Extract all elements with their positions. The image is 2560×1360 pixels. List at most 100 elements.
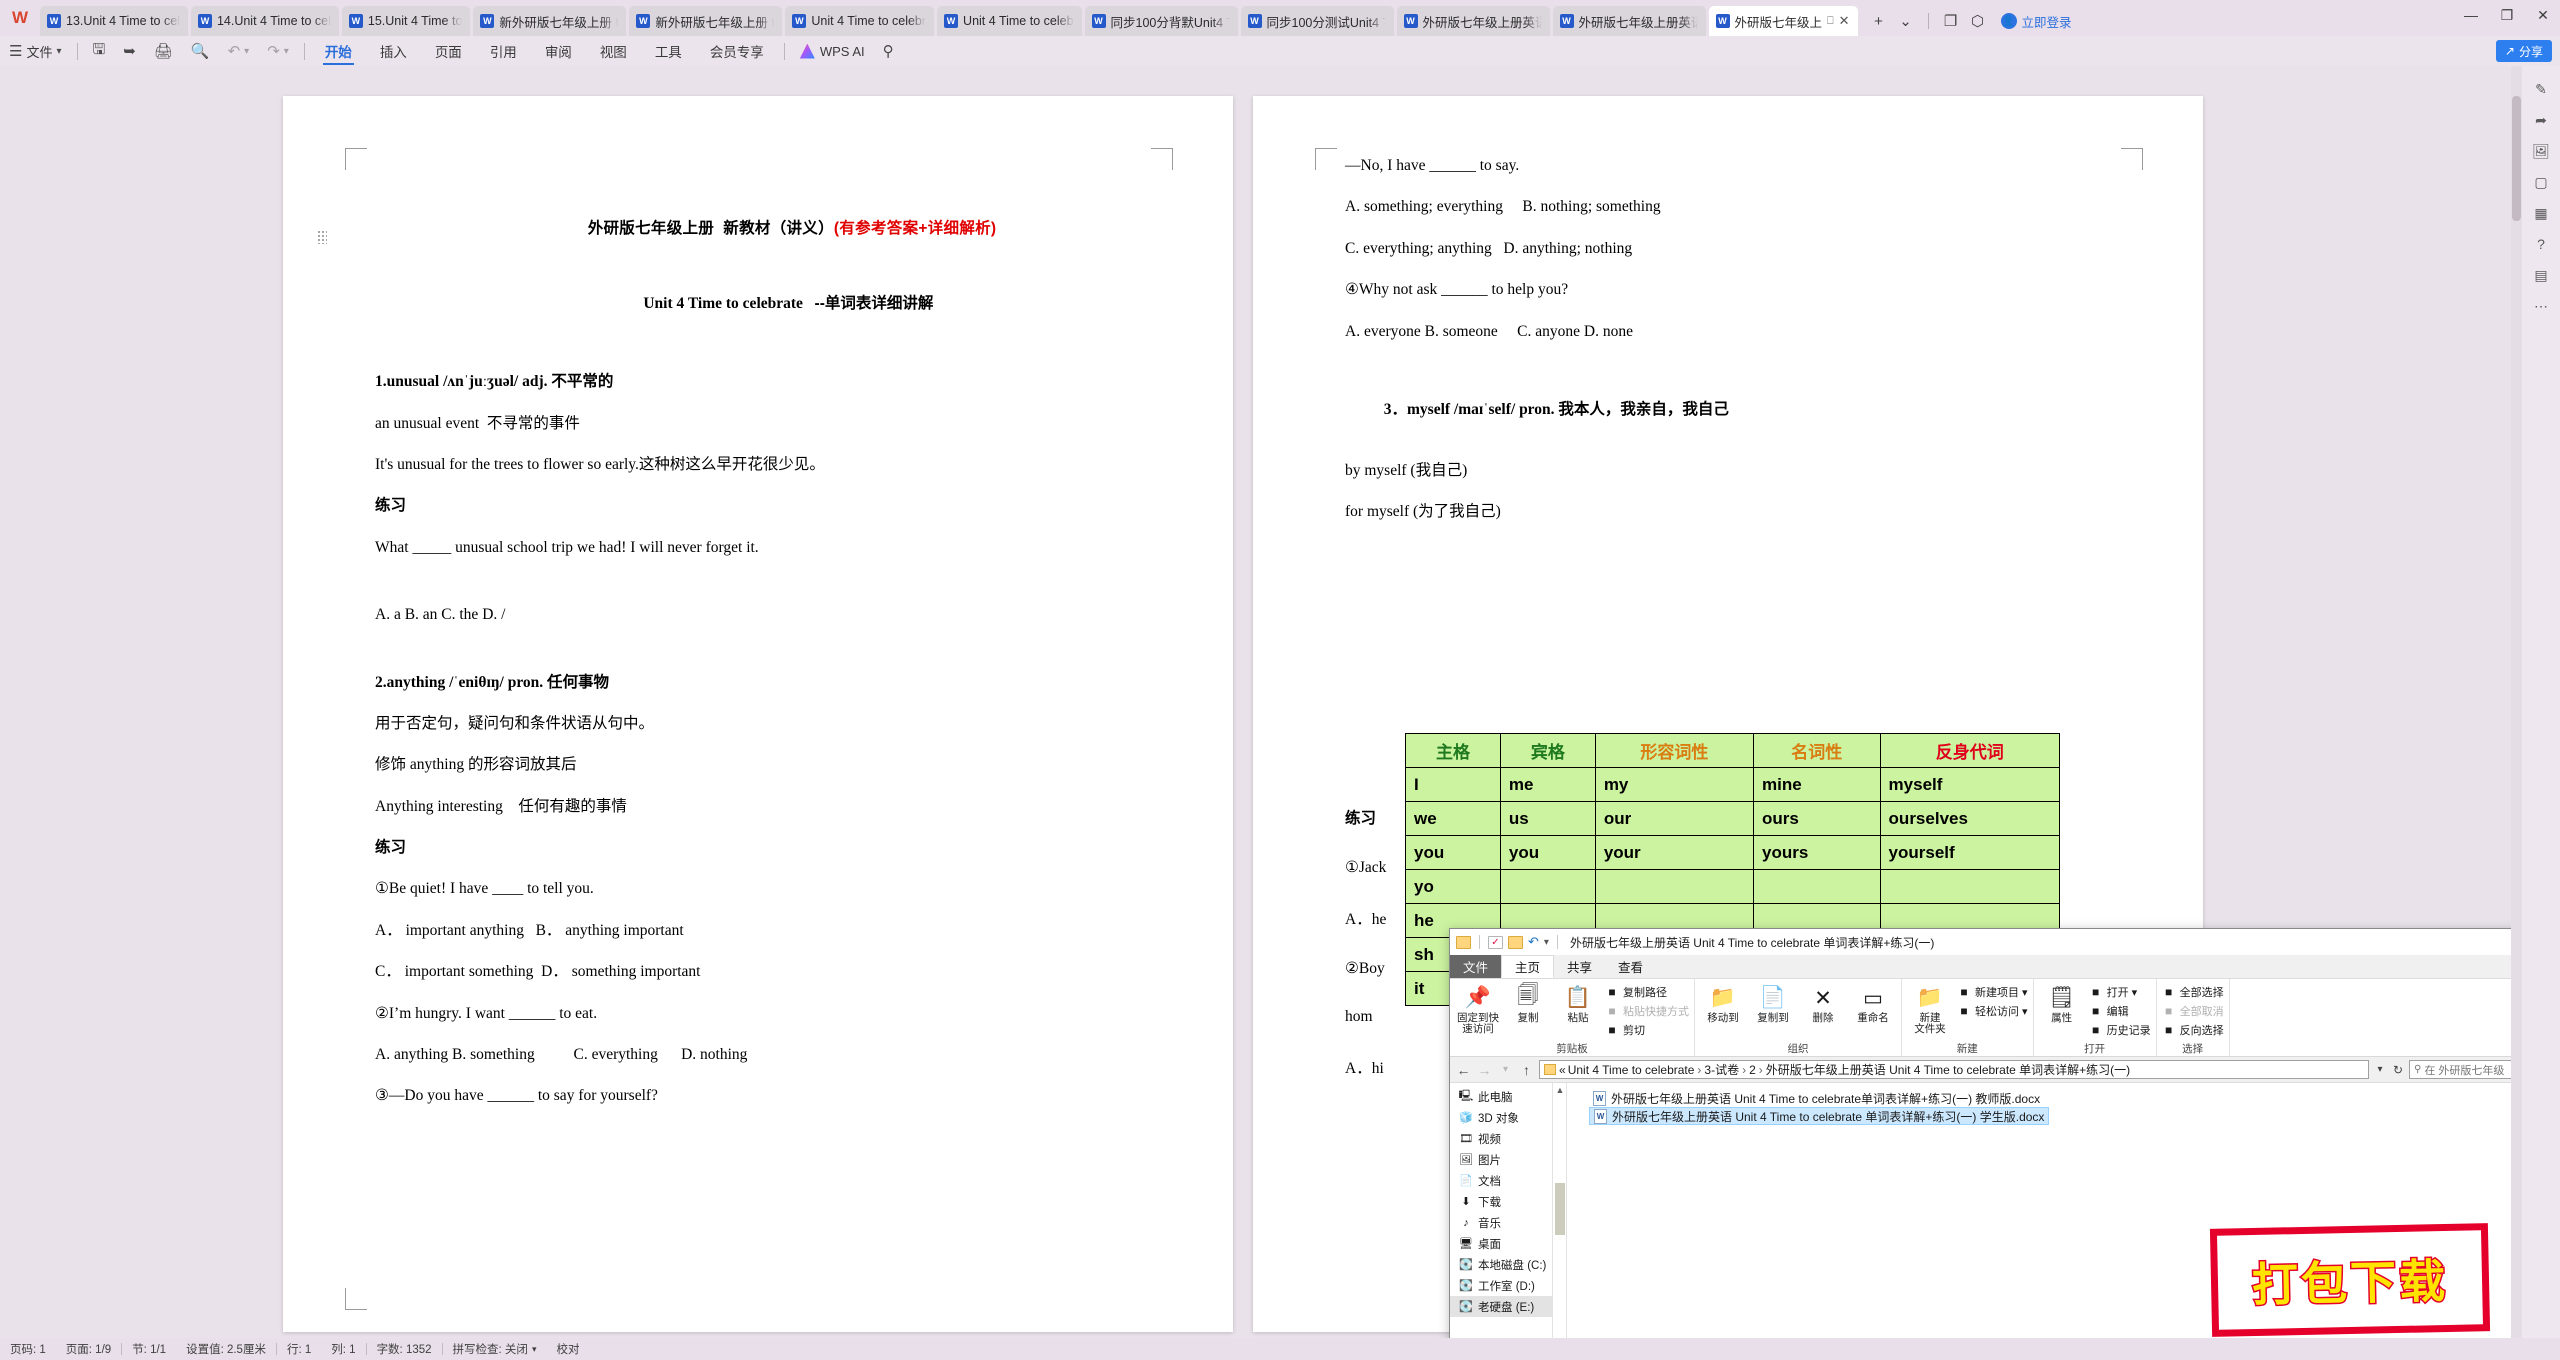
document-tab[interactable]: W 14.Unit 4 Time to cel bbox=[190, 6, 339, 36]
new-item-button[interactable]: ■ 新建项目 ▾ bbox=[1957, 984, 2027, 1000]
status-bar-item[interactable]: 列: 1 bbox=[321, 1341, 365, 1357]
ribbon-tab-审阅[interactable]: 审阅 bbox=[531, 36, 586, 66]
nav-item[interactable]: ⬇ 下载 bbox=[1450, 1191, 1552, 1212]
document-tab[interactable]: W 外研版七年级上册英语 bbox=[1552, 6, 1706, 36]
nav-item[interactable]: 🖳 此电脑 bbox=[1450, 1086, 1552, 1107]
rename-button[interactable]: ▭ 重命名 bbox=[1850, 981, 1896, 1024]
document-tab[interactable]: W 新外研版七年级上册 U bbox=[629, 6, 783, 36]
new-tab-button[interactable]: + bbox=[1867, 8, 1891, 34]
document-scrollbar[interactable] bbox=[2511, 66, 2522, 1338]
new-folder-button[interactable]: 📁 新建 文件夹 bbox=[1907, 981, 1953, 1035]
print-icon[interactable]: 🖨 bbox=[145, 36, 182, 66]
file-list-item[interactable]: W 外研版七年级上册英语 Unit 4 Time to celebrate 单词表… bbox=[1589, 1107, 2050, 1125]
status-bar-item[interactable]: 行: 1 bbox=[277, 1341, 321, 1357]
nav-item[interactable]: 💽 本地磁盘 (C:) bbox=[1450, 1254, 1552, 1275]
paste-button[interactable]: 📋 粘贴 bbox=[1555, 981, 1601, 1024]
status-bar-item[interactable]: 校对 bbox=[546, 1341, 589, 1357]
tab-restore-icon[interactable]: ⎕ bbox=[1827, 15, 1834, 28]
invert-selection-button[interactable]: ■ 反向选择 bbox=[2162, 1022, 2224, 1038]
tab-list-chevron-down-icon[interactable]: ⌄ bbox=[1894, 8, 1918, 34]
select-none-button[interactable]: ■ 全部取消 bbox=[2162, 1003, 2224, 1019]
text-icon[interactable]: ▢ bbox=[2526, 167, 2556, 197]
more-icon[interactable]: ⋯ bbox=[2526, 291, 2556, 321]
status-bar-item[interactable]: 设置值: 2.5厘米 bbox=[176, 1341, 276, 1357]
status-bar-item[interactable]: 字数: 1352 bbox=[367, 1341, 442, 1357]
breadcrumb-segment[interactable]: Unit 4 Time to celebrate bbox=[1568, 1063, 1695, 1077]
window-list-icon[interactable]: ❐ bbox=[1939, 8, 1963, 34]
document-tab[interactable]: W 同步100分测试Unit4 T bbox=[1240, 6, 1394, 36]
document-tab[interactable]: W 15.Unit 4 Time to bbox=[341, 6, 471, 36]
edit-button[interactable]: ■ 编辑 bbox=[2089, 1003, 2151, 1019]
nav-item[interactable]: 🎞 视频 bbox=[1450, 1128, 1552, 1149]
ribbon-tab-视图[interactable]: 视图 bbox=[586, 36, 641, 66]
breadcrumb-segment[interactable]: « bbox=[1559, 1063, 1566, 1077]
status-bar-item[interactable]: 拼写检查: 关闭 ▾ bbox=[443, 1341, 547, 1357]
table-icon[interactable]: ▦ bbox=[2526, 198, 2556, 228]
tab-home[interactable]: 主页 bbox=[1501, 955, 1555, 978]
file-menu-button[interactable]: ☰ 文件 ▾ bbox=[0, 36, 71, 66]
chevron-down-icon[interactable]: ▾ bbox=[532, 1344, 537, 1355]
print-preview-icon[interactable]: 🔍 bbox=[182, 36, 219, 66]
address-dropdown-chevron-down-icon[interactable]: ▾ bbox=[2373, 1064, 2387, 1075]
minimize-button[interactable]: — bbox=[2454, 1, 2488, 29]
maximize-button[interactable]: ❐ bbox=[2490, 1, 2524, 29]
cursor-icon[interactable]: ➦ bbox=[2526, 105, 2556, 135]
nav-item[interactable]: 💽 老硬盘 (E:) bbox=[1450, 1296, 1552, 1317]
history-button[interactable]: ■ 历史记录 bbox=[2089, 1022, 2151, 1038]
forward-button[interactable]: → bbox=[1476, 1062, 1493, 1078]
close-icon[interactable]: ✕ bbox=[1839, 13, 1850, 29]
tab-view[interactable]: 查看 bbox=[1605, 955, 1656, 978]
status-bar-item[interactable]: 页面: 1/9 bbox=[56, 1341, 121, 1357]
refresh-icon[interactable]: ↻ bbox=[2391, 1063, 2405, 1077]
copy-button[interactable]: 🗐 复制 bbox=[1505, 981, 1551, 1024]
copy-to-button[interactable]: 📄 复制到 bbox=[1750, 981, 1796, 1024]
ribbon-tab-会员专享[interactable]: 会员专享 bbox=[696, 36, 778, 66]
document-tab[interactable]: W Unit 4 Time to celeb bbox=[937, 6, 1082, 36]
file-list-item[interactable]: W 外研版七年级上册英语 Unit 4 Time to celebrate单词表详… bbox=[1589, 1089, 2044, 1107]
nav-item[interactable]: 🧊 3D 对象 bbox=[1450, 1107, 1552, 1128]
easy-access-button[interactable]: ■ 轻松访问 ▾ bbox=[1957, 1003, 2027, 1019]
document-tab[interactable]: W 外研版七年级上册英语 bbox=[1396, 6, 1550, 36]
scroll-up-icon[interactable]: ▲ bbox=[1553, 1085, 1567, 1099]
wps-ai-button[interactable]: WPS AI bbox=[791, 43, 874, 59]
properties-button[interactable]: 🗒 属性 bbox=[2039, 981, 2085, 1024]
tab-share[interactable]: 共享 bbox=[1554, 955, 1605, 978]
chevron-down-icon[interactable]: ▾ bbox=[1544, 937, 1549, 948]
ribbon-tab-页面[interactable]: 页面 bbox=[421, 36, 476, 66]
document-tab[interactable]: W 13.Unit 4 Time to cel bbox=[40, 6, 188, 36]
paste-shortcut-button[interactable]: ■ 粘贴快捷方式 bbox=[1605, 1003, 1689, 1019]
save-icon[interactable]: 🖫 bbox=[84, 36, 115, 66]
image-icon[interactable]: 🖼 bbox=[2526, 136, 2556, 166]
nav-item[interactable]: 🖥 桌面 bbox=[1450, 1233, 1552, 1254]
nav-item[interactable]: 📄 文档 bbox=[1450, 1170, 1552, 1191]
share-button[interactable]: ↗ 分享 bbox=[2495, 40, 2552, 62]
recent-locations-chevron-down-icon[interactable]: ▾ bbox=[1497, 1064, 1514, 1075]
document-tab[interactable]: W 同步100分背默Unit4 T bbox=[1084, 6, 1238, 36]
redo-icon[interactable]: ↷ ▾ bbox=[258, 36, 298, 66]
properties-icon[interactable]: ✓ bbox=[1488, 935, 1503, 949]
back-button[interactable]: ← bbox=[1455, 1062, 1472, 1078]
new-folder-icon[interactable] bbox=[1508, 935, 1523, 949]
status-bar-item[interactable]: 节: 1/1 bbox=[122, 1341, 176, 1357]
scrollbar-thumb[interactable] bbox=[2512, 96, 2521, 221]
undo-icon[interactable]: ↶ bbox=[1528, 934, 1539, 950]
delete-button[interactable]: ✕ 删除 bbox=[1800, 981, 1846, 1024]
select-all-button[interactable]: ■ 全部选择 bbox=[2162, 984, 2224, 1000]
up-button[interactable]: ↑ bbox=[1518, 1062, 1535, 1078]
nav-item[interactable]: 🖼 图片 bbox=[1450, 1149, 1552, 1170]
search-icon[interactable]: ⚲ bbox=[874, 36, 903, 66]
chart-icon[interactable]: ▤ bbox=[2526, 260, 2556, 290]
breadcrumb-segment[interactable]: 3-试卷 bbox=[1704, 1061, 1739, 1078]
nav-item[interactable]: 💽 工作室 (D:) bbox=[1450, 1275, 1552, 1296]
close-button[interactable]: ✕ bbox=[2526, 1, 2560, 29]
copy-path-button[interactable]: ■ 复制路径 bbox=[1605, 984, 1689, 1000]
document-tab[interactable]: W 外研版七年级上 ⎕ ✕ bbox=[1708, 6, 1858, 36]
pin-button[interactable]: 📌 固定到快 速访问 bbox=[1455, 981, 1501, 1035]
cube-icon[interactable]: ⬡ bbox=[1966, 8, 1990, 34]
open-with-wps-button[interactable]: ■ 打开 ▾ bbox=[2089, 984, 2151, 1000]
ribbon-tab-插入[interactable]: 插入 bbox=[366, 36, 421, 66]
nav-scrollbar[interactable]: ▲ ▼ bbox=[1553, 1083, 1567, 1360]
save-as-icon[interactable]: ➥ bbox=[114, 36, 145, 66]
tab-file[interactable]: 文件 bbox=[1450, 955, 1502, 978]
breadcrumb-segment[interactable]: 外研版七年级上册英语 Unit 4 Time to celebrate 单词表详… bbox=[1766, 1061, 2130, 1078]
